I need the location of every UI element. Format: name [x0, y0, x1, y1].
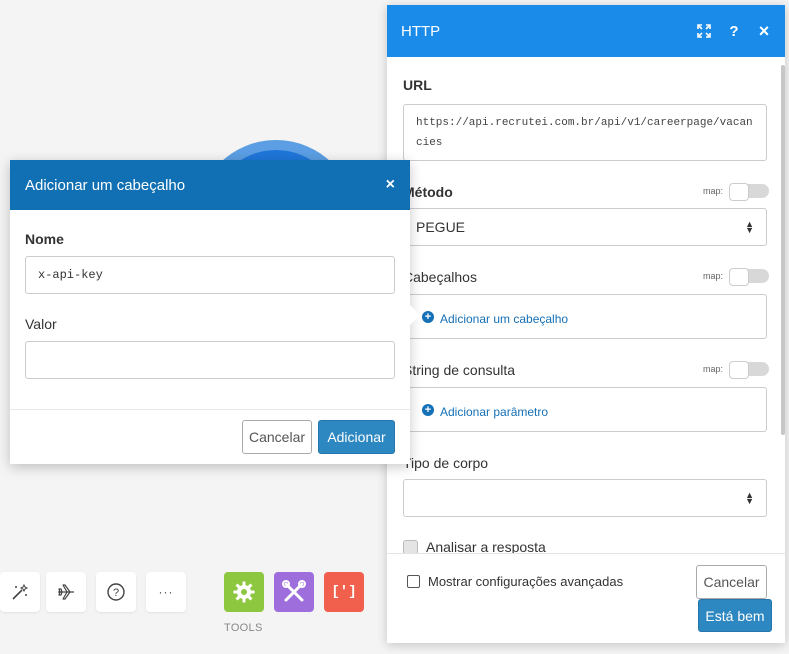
tools-json-button[interactable]: ['] — [324, 572, 364, 612]
http-panel-title: HTTP — [401, 22, 441, 40]
dialog-cancel-button[interactable]: Cancelar — [242, 420, 312, 454]
toggle-switch[interactable] — [729, 268, 769, 286]
svg-text:?: ? — [113, 587, 119, 599]
help-button[interactable]: ? — [96, 572, 136, 612]
tools-icon — [282, 580, 306, 602]
toggle-switch[interactable] — [729, 183, 769, 201]
value-label: Valor — [25, 316, 57, 332]
add-parameter-link[interactable]: Adicionar parâmetro — [440, 405, 548, 419]
more-icon: ··· — [158, 585, 174, 599]
advanced-settings-label: Mostrar configurações avançadas — [428, 574, 624, 589]
more-button[interactable]: ··· — [146, 572, 186, 612]
map-label: map: — [702, 271, 723, 281]
http-panel-footer: Mostrar configurações avançadas Cancelar… — [387, 553, 785, 643]
dialog-header: Adicionar um cabeçalho × — [10, 160, 410, 210]
plus-circle-icon: + — [422, 310, 434, 323]
url-field[interactable]: https://api.recrutei.com.br/api/v1/caree… — [403, 104, 767, 161]
http-panel: HTTP ? × URL https://api.recrutei.com.br… — [387, 5, 785, 643]
method-label: Método — [403, 184, 453, 200]
tools-wrench-button[interactable] — [274, 572, 314, 612]
method-value: PEGUE — [416, 219, 466, 235]
help-icon[interactable]: ? — [727, 23, 741, 40]
tools-gear-button[interactable] — [224, 572, 264, 612]
parse-response-row[interactable]: Analisar a resposta — [403, 539, 546, 553]
select-caret-icon: ▲ ▼ — [745, 219, 754, 235]
query-label: String de consulta — [403, 362, 516, 378]
query-box: + Adicionar parâmetro — [403, 387, 767, 432]
map-label: map: — [702, 186, 723, 196]
advanced-settings-row[interactable]: Mostrar configurações avançadas — [407, 574, 623, 589]
toggle-switch[interactable] — [729, 361, 769, 379]
method-map-toggle[interactable]: map: — [702, 183, 769, 201]
parse-response-label: Analisar a resposta — [426, 539, 546, 553]
name-field[interactable]: x-api-key — [25, 256, 395, 294]
add-header-link[interactable]: Adicionar um cabeçalho — [440, 312, 568, 326]
http-panel-body: URL https://api.recrutei.com.br/api/v1/c… — [387, 57, 785, 553]
close-icon[interactable]: × — [386, 176, 395, 194]
magic-wand-icon — [12, 583, 29, 600]
airplane-icon — [58, 584, 74, 600]
http-panel-header: HTTP ? × — [387, 5, 785, 57]
dialog-pointer — [410, 305, 420, 325]
value-field[interactable] — [25, 341, 395, 379]
dialog-add-button[interactable]: Adicionar — [318, 420, 395, 454]
headers-map-toggle[interactable]: map: — [702, 268, 769, 286]
body-type-select[interactable]: ▲ ▼ — [403, 479, 767, 517]
dialog-title: Adicionar um cabeçalho — [25, 176, 186, 194]
query-map-toggle[interactable]: map: — [702, 361, 769, 379]
close-icon[interactable]: × — [757, 21, 771, 41]
magic-wand-button[interactable] — [0, 572, 40, 612]
url-label: URL — [403, 77, 432, 93]
name-label: Nome — [25, 231, 64, 247]
question-icon: ? — [107, 583, 125, 601]
airplane-button[interactable] — [46, 572, 86, 612]
gear-icon — [233, 581, 255, 603]
headers-box: + Adicionar um cabeçalho — [403, 294, 767, 339]
select-caret-icon: ▲ ▼ — [745, 490, 754, 506]
method-select[interactable]: PEGUE ▲ ▼ — [403, 208, 767, 246]
advanced-settings-checkbox[interactable] — [407, 575, 420, 588]
expand-icon[interactable] — [697, 24, 711, 38]
plus-circle-icon: + — [422, 403, 434, 416]
panel-cancel-button[interactable]: Cancelar — [696, 565, 767, 599]
parse-response-checkbox[interactable] — [403, 539, 418, 553]
headers-label: Cabeçalhos — [403, 269, 477, 285]
scrollbar[interactable] — [781, 65, 785, 435]
dialog-footer: Cancelar Adicionar — [10, 409, 410, 464]
map-label: map: — [702, 364, 723, 374]
body-type-label: Tipo de corpo — [403, 455, 489, 471]
add-header-dialog: Adicionar um cabeçalho × Nome x-api-key … — [10, 160, 420, 464]
tools-label: TOOLS — [224, 622, 263, 634]
brackets-icon: ['] — [331, 584, 357, 600]
panel-ok-button[interactable]: Está bem — [698, 599, 772, 632]
